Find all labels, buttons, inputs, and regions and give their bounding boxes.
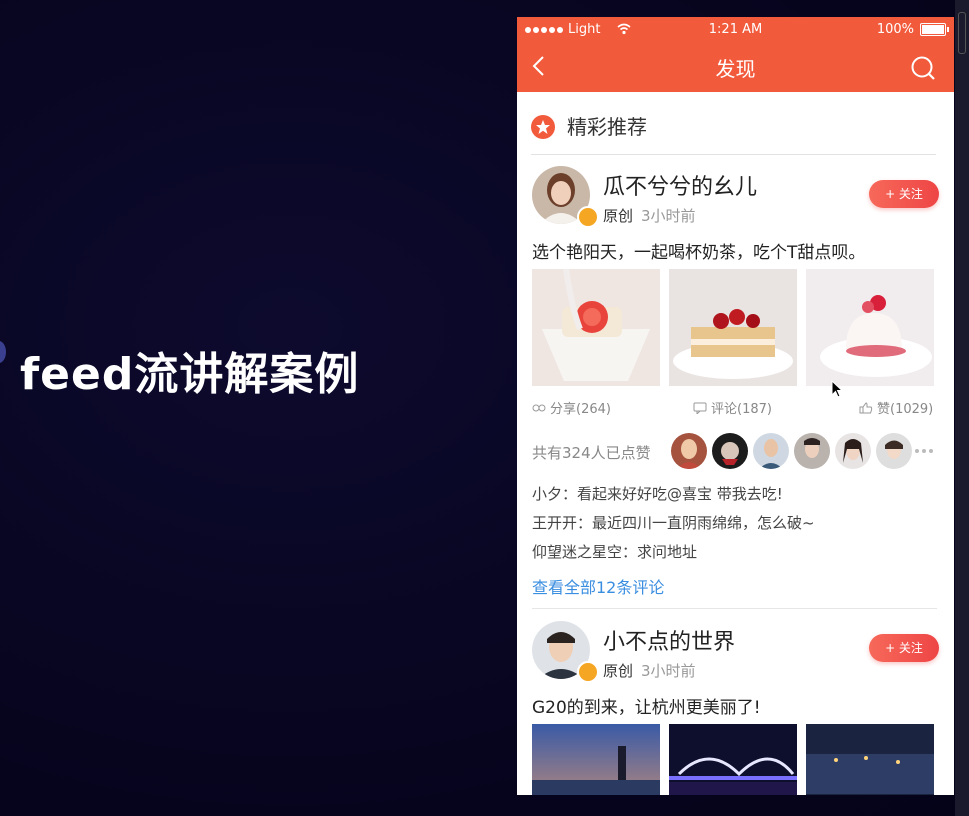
share-count: 分享(264) [550, 402, 611, 417]
liker-avatar[interactable] [876, 433, 912, 469]
search-icon[interactable] [910, 55, 936, 81]
liker-avatar[interactable] [671, 433, 707, 469]
star-icon [531, 115, 555, 139]
post-image[interactable] [532, 724, 660, 795]
likes-summary: 共有324人已点赞 [532, 444, 651, 462]
liker-avatar[interactable] [794, 433, 830, 469]
username[interactable]: 小不点的世界 [603, 624, 735, 656]
slide-bullet [0, 341, 6, 363]
follow-button[interactable]: + 关注 [869, 634, 939, 662]
likes-row: 共有324人已点赞 [532, 433, 937, 469]
comment-item: 小夕：看起来好好吃@喜宝 带我去吃! [532, 485, 783, 503]
share-button[interactable]: 分享(264) [532, 398, 611, 417]
section-title: 精彩推荐 [567, 115, 647, 139]
comment-count: 评论(187) [711, 402, 772, 417]
page-title: 发现 [715, 57, 756, 81]
original-tag: 原创 [603, 207, 634, 225]
comment-item: 仰望迷之星空：求问地址 [532, 543, 698, 561]
post-image[interactable] [669, 724, 797, 795]
comment-button[interactable]: 评论(187) [693, 398, 772, 417]
post-divider [532, 608, 937, 609]
phone-screen: Light 1:21 AM 100% 发现 精彩推荐 瓜不兮兮的幺儿 原创 3小… [517, 17, 954, 795]
post-text: 选个艳阳天，一起喝杯奶茶，吃个T甜点呗。 [532, 243, 866, 263]
view-all-comments-link[interactable]: 查看全部12条评论 [532, 574, 664, 598]
post-time: 3小时前 [641, 207, 696, 225]
post-image[interactable] [532, 269, 660, 386]
slide-title: feed流讲解案例 [20, 349, 360, 400]
crown-badge-icon [577, 661, 599, 683]
share-icon [532, 404, 546, 411]
original-tag: 原创 [603, 662, 634, 680]
post-text: G20的到来，让杭州更美丽了! [532, 698, 761, 718]
liker-avatar[interactable] [712, 433, 748, 469]
username[interactable]: 瓜不兮兮的幺儿 [603, 169, 757, 201]
post-image[interactable] [806, 724, 934, 795]
like-count: 赞(1029) [877, 402, 934, 417]
thumbs-up-icon [859, 401, 873, 413]
liker-avatar[interactable] [753, 433, 789, 469]
like-button[interactable]: 赞(1029) [859, 398, 933, 417]
post-image[interactable] [669, 269, 797, 386]
comment-icon [693, 402, 707, 414]
comment-item: 王开开：最近四川一直阴雨绵绵，怎么破~ [532, 514, 815, 532]
post-actions: 分享(264) 评论(187) 赞(1029) [532, 398, 937, 418]
post-image[interactable] [806, 269, 934, 386]
battery-icon [920, 23, 949, 36]
window-edge [955, 0, 969, 816]
status-bar: Light 1:21 AM 100% [517, 17, 954, 43]
navbar: Light 1:21 AM 100% 发现 [517, 17, 954, 92]
mouse-cursor-icon [831, 380, 843, 398]
liker-avatar[interactable] [835, 433, 871, 469]
post-time: 3小时前 [641, 662, 696, 680]
section-header: 精彩推荐 [531, 112, 936, 155]
edge-handle [958, 12, 966, 54]
crown-badge-icon [577, 206, 599, 228]
more-likers-icon[interactable] [915, 449, 933, 453]
battery-percent: 100% [876, 22, 914, 37]
follow-button[interactable]: + 关注 [869, 180, 939, 208]
